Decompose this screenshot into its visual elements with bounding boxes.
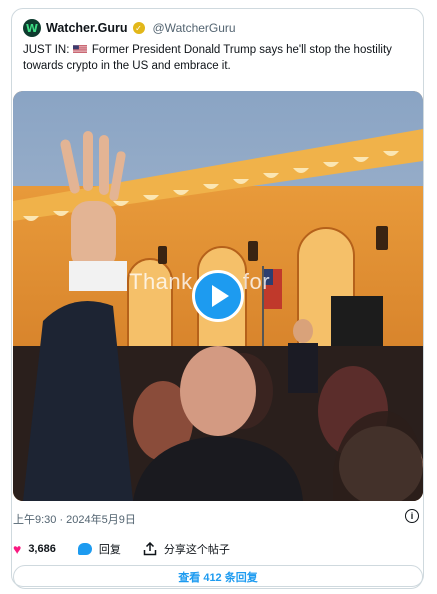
action-bar: ♥ 3,686 回复 分享这个帖子 — [13, 541, 252, 557]
verified-badge-icon: ✓ — [132, 22, 145, 34]
like-count: 3,686 — [28, 543, 56, 555]
play-icon — [212, 285, 229, 307]
tweet-text: JUST IN: Former President Donald Trump s… — [23, 42, 419, 74]
author-display-name[interactable]: Watcher.Guru — [46, 21, 128, 35]
heart-icon: ♥ — [13, 541, 22, 557]
tweet-card[interactable]: W Watcher.Guru ✓ @WatcherGuru JUST IN: F… — [11, 8, 424, 589]
play-button[interactable] — [192, 270, 244, 322]
share-button[interactable]: 分享这个帖子 — [143, 541, 230, 557]
us-flag-icon — [72, 45, 87, 53]
reply-label: 回复 — [98, 544, 121, 556]
author-handle[interactable]: @WatcherGuru — [153, 21, 236, 35]
avatar[interactable]: W — [23, 19, 41, 37]
video-player[interactable]: Thank you for — [13, 91, 423, 501]
tweet-text-prefix: JUST IN: — [23, 44, 70, 56]
reply-bubble-icon — [77, 543, 92, 555]
share-label: 分享这个帖子 — [163, 544, 230, 556]
tweet-header: W Watcher.Guru ✓ @WatcherGuru — [23, 18, 236, 38]
reply-button[interactable]: 回复 — [77, 541, 121, 557]
share-upload-icon — [143, 542, 157, 556]
tweet-timestamp[interactable]: 上午9:30 · 2024年5月9日 — [13, 511, 136, 527]
view-replies-button[interactable]: 查看 412 条回复 — [13, 565, 423, 589]
like-button[interactable]: ♥ 3,686 — [13, 541, 56, 557]
info-icon[interactable]: i — [405, 509, 419, 523]
